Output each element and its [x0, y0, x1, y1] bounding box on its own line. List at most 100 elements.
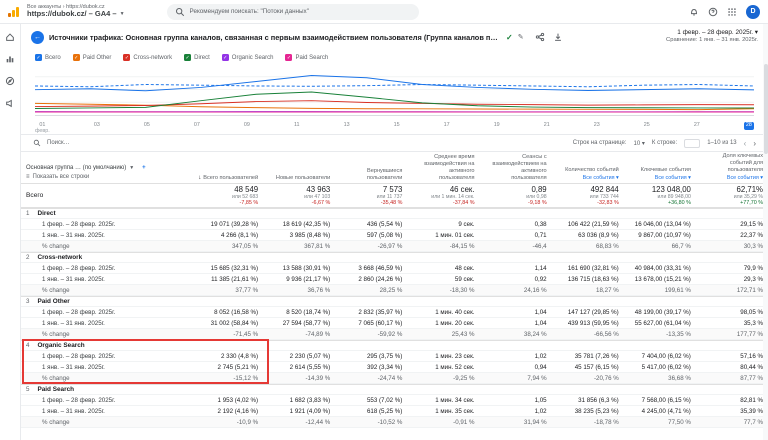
table-body: Всего48 549или 52 683-7,85 %43 963или 47… [21, 184, 768, 428]
metric-cell: 77,7 % [696, 418, 768, 427]
period-row[interactable]: 1 янв. – 31 янв. 2025г.2 192 (4,16 %)1 9… [21, 406, 768, 417]
metric-cell [335, 389, 407, 391]
metric-cell: -18,78 % [552, 418, 624, 427]
property-switcher[interactable]: Все аккаунты › https://dubok.cz https://… [27, 4, 125, 18]
legend-item-paid-other[interactable]: ✓Paid Other [73, 54, 112, 61]
apps-grid-icon[interactable] [727, 7, 737, 17]
metric-cell: 31 856 (6,3 %) [552, 396, 624, 405]
edit-icon[interactable]: ✎ [518, 33, 524, 41]
dimension-selector[interactable]: Основная группа … (по умолчанию) [26, 164, 126, 173]
home-icon[interactable] [5, 32, 15, 42]
prev-page-button[interactable]: ‹ [744, 139, 747, 148]
percent-change-row[interactable]: % change-15,12 %-14,39 %-24,74 %-9,25 %7… [21, 373, 768, 384]
bell-icon[interactable] [689, 7, 699, 17]
channel-row[interactable]: 3Paid Other [21, 296, 768, 307]
metric-cell: 7 404,00 (6,02 %) [624, 352, 696, 361]
period-row[interactable]: 1 февр. – 28 февр. 2025г.15 685 (32,31 %… [21, 263, 768, 274]
series-Cross-network [35, 101, 754, 107]
traffic-chart[interactable] [35, 64, 754, 116]
channel-row[interactable]: 5Paid Search [21, 384, 768, 395]
percent-change-row[interactable]: % change347,05 %367,81 %-26,97 %-84,15 %… [21, 241, 768, 252]
channel-row[interactable]: 1Direct [21, 208, 768, 219]
rows-per-page-select[interactable]: 10 ▾ [634, 140, 645, 147]
legend-item-direct[interactable]: ✓Direct [184, 54, 210, 61]
period-row[interactable]: 1 февр. – 28 февр. 2025г.19 071 (39,28 %… [21, 219, 768, 230]
period-row[interactable]: 1 янв. – 31 янв. 2025г.2 745 (5,21 %)2 6… [21, 362, 768, 373]
column-header[interactable]: Ключевые событияВсе события ▾ [624, 166, 696, 183]
metric-cell [335, 257, 407, 259]
metric-cell: 1,02 [480, 352, 552, 361]
analytics-logo-icon[interactable] [8, 7, 19, 17]
x-tick: 11 [294, 122, 300, 128]
event-filter-dropdown[interactable]: Все события ▾ [629, 175, 691, 182]
column-header[interactable]: Новые пользователи [263, 174, 335, 183]
legend-item-paid-search[interactable]: ✓Paid Search [285, 54, 328, 61]
legend-item-всего[interactable]: ✓Всего [35, 54, 61, 61]
period-row[interactable]: 1 янв. – 31 янв. 2025г.4 266 (8,1 %)3 98… [21, 230, 768, 241]
column-header[interactable]: Вернувшиеся пользователи [335, 167, 407, 183]
metric-cell: 1 682 (3,83 %) [263, 396, 335, 405]
date-range-picker[interactable]: 1 февр. – 28 февр. 2025г. ▾ Сравнение: 1… [666, 29, 758, 44]
metric-cell: 5 417,00 (6,02 %) [624, 363, 696, 372]
scrollbar-thumb[interactable] [764, 64, 768, 154]
totals-row[interactable]: Всего48 549или 52 683-7,85 %43 963или 47… [21, 184, 768, 208]
percent-change-row[interactable]: % change-10,9 %-12,44 %-10,52 %-0,91 %31… [21, 417, 768, 428]
vertical-scrollbar[interactable] [763, 24, 768, 440]
back-icon[interactable]: ← [31, 31, 44, 44]
channel-row[interactable]: 2Cross-network [21, 252, 768, 263]
table-search-icon [33, 139, 41, 147]
metric-cell: 68,83 % [552, 242, 624, 251]
column-header[interactable]: Количество событийВсе события ▾ [552, 166, 624, 183]
goto-row-input[interactable] [684, 139, 700, 148]
period-row[interactable]: 1 февр. – 28 февр. 2025г.2 330 (4,8 %)2 … [21, 351, 768, 362]
legend-checkbox-icon[interactable]: ✓ [35, 54, 42, 61]
search-input[interactable]: Рекомендуем поискать: "Потоки данных" [167, 4, 419, 20]
metric-cell [552, 345, 624, 347]
x-tick: 17 [444, 122, 450, 128]
legend-checkbox-icon[interactable]: ✓ [73, 54, 80, 61]
percent-change-row[interactable]: % change37,77 %36,76 %28,25 %-18,30 %24,… [21, 285, 768, 296]
legend-checkbox-icon[interactable]: ✓ [285, 54, 292, 61]
event-filter-dropdown[interactable]: Все события ▾ [701, 175, 763, 182]
reports-icon[interactable] [5, 54, 15, 64]
show-all-rows-link[interactable]: ≡ Показать все строки [26, 173, 186, 182]
next-page-button[interactable]: › [753, 139, 756, 148]
channel-row[interactable]: 4Organic Search [21, 340, 768, 351]
metric-cell: -10,52 % [335, 418, 407, 427]
legend-checkbox-icon[interactable]: ✓ [184, 54, 191, 61]
metric-cell [263, 213, 335, 215]
metric-cell: 46 сек.или 1 мин. 14 сек.-37,84 % [407, 184, 479, 207]
advertising-icon[interactable] [5, 98, 15, 108]
percent-change-row[interactable]: % change-71,45 %-74,89 %-59,92 %25,43 %3… [21, 329, 768, 340]
period-row[interactable]: 1 февр. – 28 февр. 2025г.1 953 (4,02 %)1… [21, 395, 768, 406]
help-icon[interactable] [708, 7, 718, 17]
channel-group-organic-search: 4Organic Search1 февр. – 28 февр. 2025г.… [21, 340, 768, 384]
metric-cell: 19 071 (39,28 %) [191, 220, 263, 229]
legend-checkbox-icon[interactable]: ✓ [123, 54, 130, 61]
period-row[interactable]: 1 янв. – 31 янв. 2025г.11 385 (21,61 %)9… [21, 274, 768, 285]
period-row[interactable]: 1 февр. – 28 февр. 2025г.8 052 (16,58 %)… [21, 307, 768, 318]
avatar[interactable]: D [746, 5, 760, 19]
explore-icon[interactable] [5, 76, 15, 86]
column-header[interactable]: ↓Всего пользователей [191, 174, 263, 184]
period-row[interactable]: 1 янв. – 31 янв. 2025г.31 002 (58,84 %)2… [21, 318, 768, 329]
share-icon[interactable] [535, 32, 545, 42]
legend-item-organic-search[interactable]: ✓Organic Search [222, 54, 274, 61]
legend-checkbox-icon[interactable]: ✓ [222, 54, 229, 61]
column-header[interactable]: Сеансы с взаимодействием на активного по… [480, 153, 552, 183]
metric-cell: 7 573или 11 737-35,48 % [335, 184, 407, 207]
x-tick: 19 [494, 122, 500, 128]
table-search-input[interactable]: Поиск… [47, 140, 70, 146]
saved-check-icon: ✓ [506, 33, 513, 42]
metric-cell: 1 мин. 35 сек. [407, 407, 479, 416]
metric-cell [407, 301, 479, 303]
column-header[interactable]: Среднее время взаимодействия на активног… [407, 153, 479, 183]
legend-item-cross-network[interactable]: ✓Cross-network [123, 54, 172, 61]
add-dimension-button[interactable]: + [142, 164, 146, 173]
metric-cell: 1,04 [480, 308, 552, 317]
event-filter-dropdown[interactable]: Все события ▾ [557, 175, 619, 182]
metric-cell [407, 213, 479, 215]
download-icon[interactable] [553, 32, 563, 42]
metric-cell: -13,35 % [624, 330, 696, 339]
column-header[interactable]: Доля ключевых событий для пользователяВс… [696, 152, 768, 183]
